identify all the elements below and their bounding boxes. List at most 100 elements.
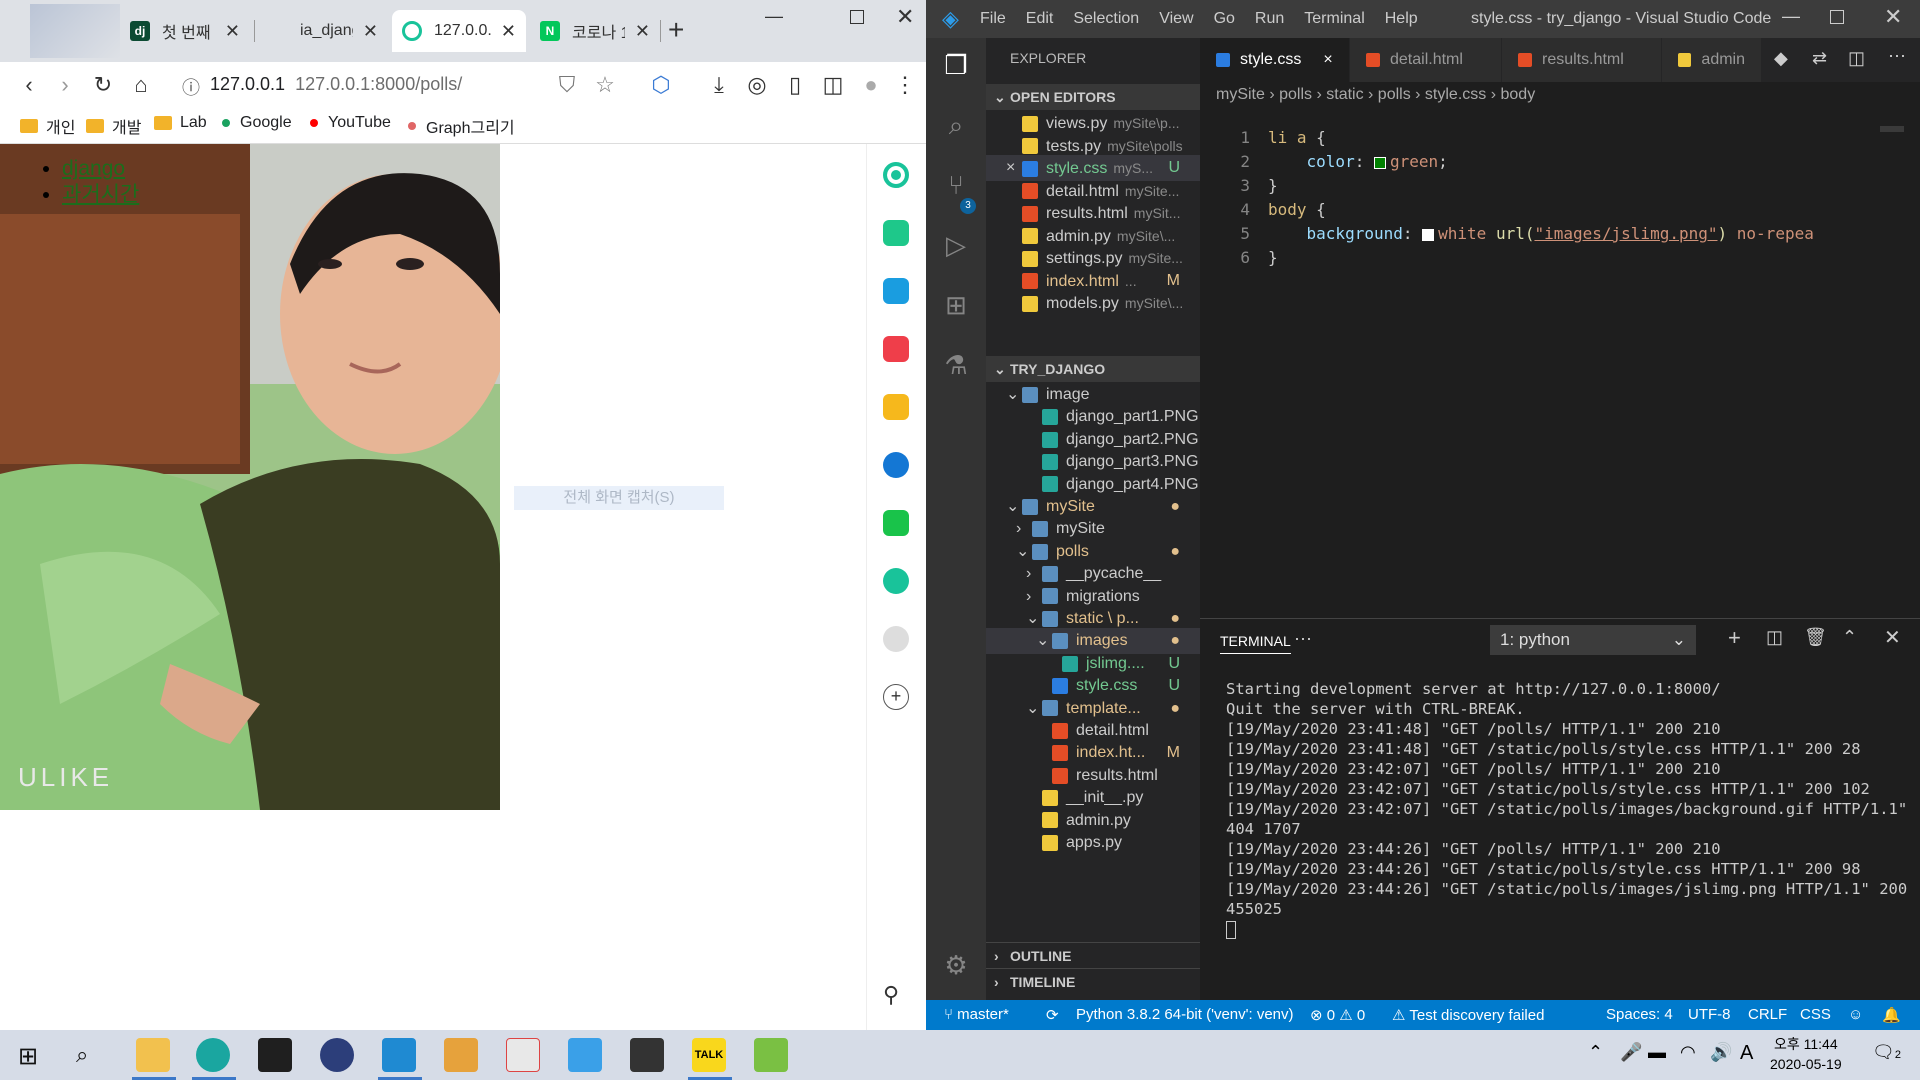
ime-indicator[interactable]: A — [1740, 1042, 1753, 1065]
menu-view[interactable]: View — [1159, 10, 1193, 28]
extension-icon[interactable]: ⬡ — [648, 72, 674, 98]
poll-link-past-time[interactable]: 과거시간 — [62, 183, 139, 206]
pocket-icon[interactable] — [883, 336, 909, 362]
star-icon[interactable] — [883, 394, 909, 420]
git-icon[interactable]: ◆ — [1774, 48, 1788, 69]
forward-button[interactable]: › — [52, 72, 78, 98]
new-tab-button[interactable]: + — [668, 14, 684, 46]
explorer-icon[interactable]: ❐ — [938, 50, 974, 86]
face-icon[interactable] — [883, 626, 909, 652]
poll-link-django[interactable]: django — [62, 157, 125, 180]
browser-tab-2[interactable]: ia_django ✕ — [258, 10, 388, 52]
minimap[interactable] — [1880, 126, 1904, 132]
compare-icon[interactable]: ⇄ — [1812, 48, 1827, 69]
translate-icon[interactable] — [883, 452, 909, 478]
wallet-icon[interactable] — [883, 278, 909, 304]
gear-icon[interactable]: ⚙ — [938, 950, 974, 986]
app-icon[interactable] — [568, 1038, 602, 1072]
kakaotalk-icon[interactable]: TALK — [692, 1038, 726, 1072]
menu-file[interactable]: File — [980, 10, 1006, 28]
site-info-icon[interactable]: ⓘ — [182, 74, 200, 100]
close-panel-icon[interactable]: ✕ — [1884, 625, 1901, 650]
tree-item[interactable]: apps.py — [986, 830, 1200, 856]
split-editor-icon[interactable]: ◫ — [1848, 48, 1865, 69]
close-window-button[interactable]: ✕ — [1884, 4, 1902, 30]
play-icon[interactable] — [883, 568, 909, 594]
square-icon[interactable] — [883, 510, 909, 536]
split-terminal-icon[interactable]: ◫ — [1766, 627, 1783, 648]
bell-icon[interactable] — [883, 220, 909, 246]
menu-selection[interactable]: Selection — [1073, 10, 1139, 28]
editor-tab-results-html[interactable]: results.html — [1502, 38, 1662, 82]
browser-tab-active[interactable]: 127.0.0.1 ✕ — [392, 10, 526, 52]
terminal-output[interactable]: Starting development server at http://12… — [1226, 679, 1907, 919]
project-header[interactable]: ⌄ TRY_DJANGO — [986, 356, 1200, 382]
terminal-tab[interactable]: TERMINAL — [1220, 633, 1291, 654]
menu-edit[interactable]: Edit — [1026, 10, 1054, 28]
star-icon[interactable]: ☆ — [592, 72, 618, 98]
maximize-button[interactable] — [850, 10, 864, 24]
add-icon[interactable]: + — [883, 684, 909, 710]
add-terminal-icon[interactable]: + — [1728, 625, 1741, 651]
menu-run[interactable]: Run — [1255, 10, 1284, 28]
tab-close-icon[interactable]: ✕ — [225, 21, 240, 42]
maximize-panel-icon[interactable]: ⌃ — [1842, 627, 1857, 648]
download-icon[interactable]: ⤓ — [706, 72, 732, 98]
indent-status[interactable]: Spaces: 4 — [1606, 1006, 1673, 1023]
terminal-select[interactable]: 1: python ⌄ — [1490, 625, 1696, 655]
battery-icon[interactable]: ▬ — [1648, 1042, 1666, 1063]
reload-button[interactable]: ↻ — [90, 72, 116, 98]
language-status[interactable]: CSS — [1800, 1006, 1831, 1023]
menu-terminal[interactable]: Terminal — [1304, 10, 1364, 28]
file-explorer-icon[interactable] — [136, 1038, 170, 1072]
minimize-button[interactable]: — — [1782, 6, 1800, 27]
tab-close-icon[interactable]: ✕ — [363, 21, 378, 42]
outline-header[interactable]: › OUTLINE — [986, 942, 1200, 968]
open-editors-header[interactable]: ⌄ OPEN EDITORS — [986, 84, 1200, 110]
system-clock[interactable]: 오후 11:44 2020-05-19 — [1770, 1034, 1842, 1074]
testing-flask-icon[interactable]: ⚗ — [938, 350, 974, 386]
encoding-status[interactable]: UTF-8 — [1688, 1006, 1731, 1023]
bookmark-link[interactable]: Graph그리기 — [408, 114, 515, 138]
app-icon[interactable] — [444, 1038, 478, 1072]
microphone-icon[interactable]: 🎤 — [1620, 1042, 1642, 1063]
feedback-icon[interactable]: ☺ — [1848, 1006, 1863, 1023]
python-interpreter[interactable]: Python 3.8.2 64-bit ('venv': venv) — [1076, 1006, 1294, 1023]
close-window-button[interactable]: ✕ — [896, 4, 914, 30]
sync-icon[interactable]: ⟳ — [1046, 1006, 1059, 1024]
minimize-button[interactable]: — — [765, 6, 783, 27]
menu-help[interactable]: Help — [1385, 10, 1418, 28]
volume-icon[interactable]: 🔊 — [1710, 1042, 1732, 1063]
pin-icon[interactable]: ⚲ — [883, 982, 909, 1008]
profile-icon[interactable]: ● — [858, 72, 884, 98]
camera-icon[interactable]: ◎ — [744, 72, 770, 98]
wifi-icon[interactable]: ◠ — [1680, 1042, 1696, 1063]
bookmark-link[interactable]: Google — [222, 114, 292, 132]
trash-icon[interactable]: 🗑 — [1804, 627, 1827, 648]
tab-close-icon[interactable]: ✕ — [501, 21, 516, 42]
chevron-up-icon[interactable]: ⌃ — [1588, 1042, 1603, 1063]
app-icon[interactable] — [754, 1038, 788, 1072]
back-button[interactable]: ‹ — [16, 72, 42, 98]
address-bar[interactable]: 127.0.0.1 127.0.0.1:8000/polls/ — [210, 74, 462, 95]
run-debug-icon[interactable]: ▷ — [938, 230, 974, 266]
eclipse-icon[interactable] — [320, 1038, 354, 1072]
home-button[interactable]: ⌂ — [128, 72, 154, 98]
tab-close-icon[interactable]: ✕ — [635, 21, 650, 42]
more-actions-icon[interactable]: ⋯ — [1294, 629, 1312, 650]
shield-icon[interactable]: ⛉ — [554, 72, 580, 98]
vscode-icon[interactable] — [382, 1038, 416, 1072]
more-actions-icon[interactable]: ⋯ — [1888, 46, 1906, 67]
sidebar-toggle-icon[interactable]: ◫ — [820, 72, 846, 98]
bookmark-folder[interactable]: 개발 — [86, 114, 141, 138]
editor-tab-admin[interactable]: admin — [1662, 38, 1762, 82]
color-swatch[interactable] — [1422, 228, 1435, 241]
notification-icon[interactable]: 🗨2 — [1872, 1042, 1901, 1063]
pycharm-icon[interactable] — [258, 1038, 292, 1072]
browser-tab-1[interactable]: dj 첫 번째 ✕ — [120, 10, 250, 52]
whale-icon[interactable] — [883, 162, 909, 188]
browser-tab-4[interactable]: N 코로나 19 ✕ — [530, 10, 660, 52]
menu-go[interactable]: Go — [1214, 10, 1235, 28]
breadcrumb[interactable]: mySite › polls › static › polls › style.… — [1216, 86, 1535, 104]
paint-icon[interactable] — [506, 1038, 540, 1072]
